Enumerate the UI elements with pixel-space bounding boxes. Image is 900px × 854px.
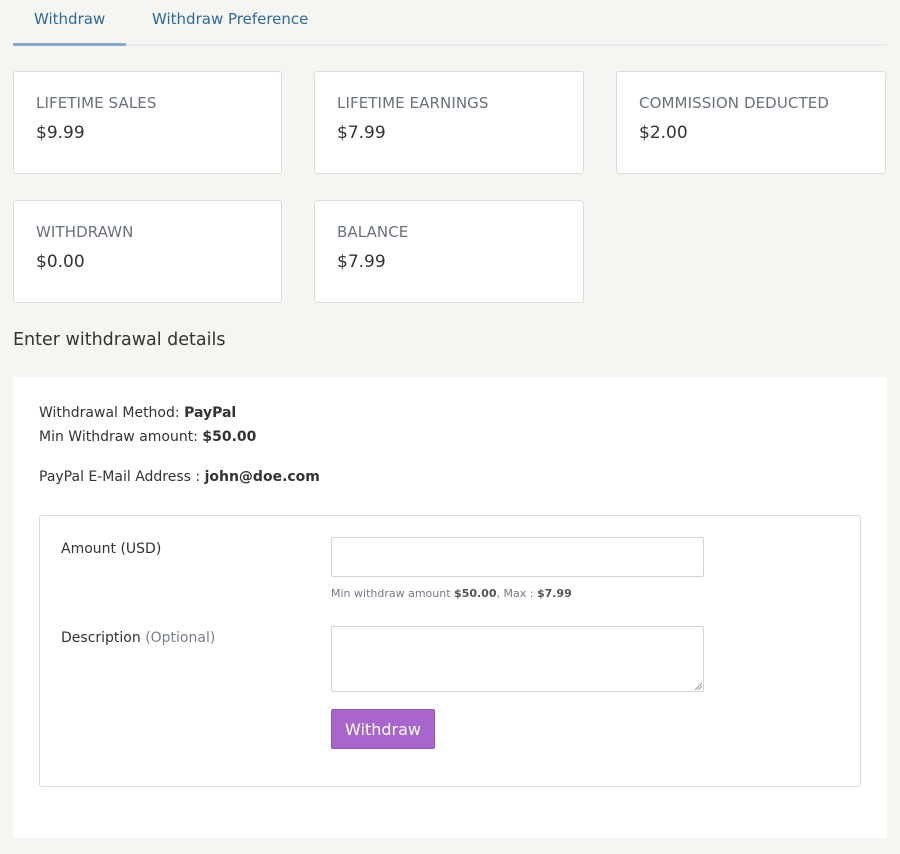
withdrawal-method: Withdrawal Method: PayPal: [39, 405, 236, 421]
amount-label: Amount (USD): [61, 541, 162, 557]
resize-handle-icon[interactable]: [694, 682, 702, 690]
hint-max: $7.99: [536, 587, 572, 600]
stat-label: BALANCE: [337, 223, 409, 241]
withdrawal-method-value: PayPal: [184, 405, 237, 421]
stat-label: WITHDRAWN: [36, 223, 134, 241]
withdraw-button[interactable]: Withdraw: [331, 709, 435, 749]
amount-hint: Min withdraw amount $50.00, Max : $7.99: [331, 587, 572, 600]
min-withdraw-value: $50.00: [202, 429, 257, 445]
stat-card-commission-deducted: COMMISSION DEDUCTED $2.00: [616, 71, 886, 174]
stat-card-lifetime-sales: LIFETIME SALES $9.99: [13, 71, 282, 174]
stat-value: $9.99: [36, 123, 85, 143]
stat-value: $2.00: [639, 123, 688, 143]
tab-withdraw-preference[interactable]: Withdraw Preference: [152, 10, 308, 28]
section-title: Enter withdrawal details: [13, 330, 226, 350]
stat-card-lifetime-earnings: LIFETIME EARNINGS $7.99: [314, 71, 584, 174]
optional-tag: (Optional): [145, 630, 216, 646]
paypal-email-label: PayPal E-Mail Address :: [39, 469, 201, 485]
hint-mid: , Max :: [496, 587, 534, 600]
withdraw-panel: Withdrawal Method: PayPal Min Withdraw a…: [13, 377, 887, 838]
paypal-email-value: john@doe.com: [204, 469, 320, 485]
paypal-email: PayPal E-Mail Address : john@doe.com: [39, 469, 320, 485]
stat-card-withdrawn: WITHDRAWN $0.00: [13, 200, 282, 303]
description-textarea[interactable]: [331, 626, 704, 692]
stat-value: $0.00: [36, 252, 85, 272]
amount-input[interactable]: [331, 537, 704, 577]
stat-value: $7.99: [337, 252, 386, 272]
stat-value: $7.99: [337, 123, 386, 143]
hint-prefix: Min withdraw amount: [331, 587, 451, 600]
stat-label: LIFETIME EARNINGS: [337, 94, 489, 112]
min-withdraw-label: Min Withdraw amount:: [39, 429, 198, 445]
hint-min: $50.00: [454, 587, 497, 600]
stat-label: COMMISSION DEDUCTED: [639, 94, 829, 112]
tab-withdraw[interactable]: Withdraw: [12, 10, 127, 46]
description-label: Description (Optional): [61, 630, 215, 646]
stat-card-balance: BALANCE $7.99: [314, 200, 584, 303]
min-withdraw-amount: Min Withdraw amount: $50.00: [39, 429, 256, 445]
stat-label: LIFETIME SALES: [36, 94, 157, 112]
withdrawal-method-label: Withdrawal Method:: [39, 405, 180, 421]
withdraw-form: Amount (USD) Min withdraw amount $50.00,…: [39, 515, 861, 787]
tab-bar: Withdraw Withdraw Preference: [12, 0, 887, 46]
description-label-text: Description: [61, 630, 141, 646]
